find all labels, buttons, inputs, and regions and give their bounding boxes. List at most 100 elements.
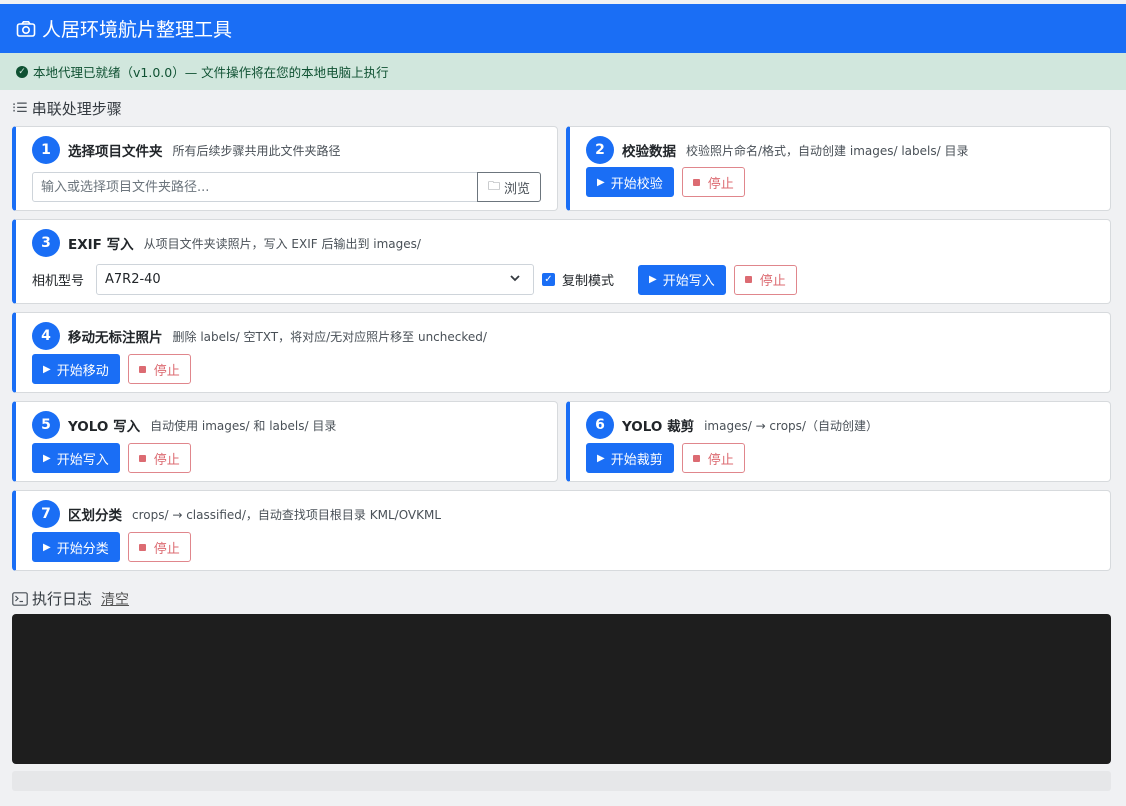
log-section-header: 执行日志 清空 xyxy=(12,588,129,609)
stop-button[interactable]: 停止 xyxy=(127,354,191,384)
start-validate-button[interactable]: ▶ 开始校验 xyxy=(586,167,674,197)
stop-icon xyxy=(138,365,146,373)
step-actions: ▶ 开始移动 停止 xyxy=(32,354,191,384)
app-header: 人居环境航片整理工具 xyxy=(0,4,1126,53)
copy-mode-checkbox[interactable]: ✓ 复制模式 xyxy=(542,270,614,289)
folder-icon: 🗀 xyxy=(487,178,500,193)
step-number: 3 xyxy=(32,229,60,257)
step-description: 从项目文件夹读照片，写入 EXIF 后输出到 images/ xyxy=(143,236,421,251)
stop-icon xyxy=(138,454,146,462)
start-yolo-write-button[interactable]: ▶ 开始写入 xyxy=(32,443,120,473)
stop-icon xyxy=(138,543,146,551)
step-header: 7 区划分类 crops/ → classified/，自动查找项目根目录 KM… xyxy=(32,500,441,528)
step-description: 所有后续步骤共用此文件夹路径 xyxy=(172,143,341,158)
step-actions: ▶ 开始写入 停止 xyxy=(32,443,191,473)
step-number: 7 xyxy=(32,500,60,528)
terminal-icon xyxy=(12,591,28,606)
step-title: YOLO 裁剪 xyxy=(622,419,695,435)
progress-bar xyxy=(12,771,1111,791)
stop-label: 停止 xyxy=(153,363,180,379)
list-icon: ⁝☰ xyxy=(12,101,28,116)
step-number: 2 xyxy=(586,136,614,164)
start-label: 开始写入 xyxy=(56,452,109,468)
stop-icon xyxy=(692,178,700,186)
step-card-move-unlabeled: 4 移动无标注照片 删除 labels/ 空TXT，将对应/无对应照片移至 un… xyxy=(12,312,1111,393)
clear-log-link[interactable]: 清空 xyxy=(101,589,129,609)
step-header: 3 EXIF 写入 从项目文件夹读照片，写入 EXIF 后输出到 images/ xyxy=(32,229,421,257)
start-classify-button[interactable]: ▶ 开始分类 xyxy=(32,532,120,562)
step-number: 5 xyxy=(32,411,60,439)
step-description: 删除 labels/ 空TXT，将对应/无对应照片移至 unchecked/ xyxy=(172,329,487,344)
stop-button[interactable]: 停止 xyxy=(681,443,745,473)
step-header: 2 校验数据 校验照片命名/格式，自动创建 images/ labels/ 目录 xyxy=(586,136,968,164)
stop-label: 停止 xyxy=(707,452,734,468)
step-title: 选择项目文件夹 xyxy=(68,144,163,160)
step-card-validate: 2 校验数据 校验照片命名/格式，自动创建 images/ labels/ 目录… xyxy=(566,126,1111,211)
step-description: images/ → crops/（自动创建） xyxy=(704,418,878,433)
start-label: 开始校验 xyxy=(610,176,663,192)
camera-icon xyxy=(16,20,36,37)
camera-model-label: 相机型号 xyxy=(32,274,85,289)
start-crop-button[interactable]: ▶ 开始裁剪 xyxy=(586,443,674,473)
step-actions: ▶ 开始分类 停止 xyxy=(32,532,191,562)
play-icon: ▶ xyxy=(597,176,605,188)
stop-button[interactable]: 停止 xyxy=(127,443,191,473)
step-header: 1 选择项目文件夹 所有后续步骤共用此文件夹路径 xyxy=(32,136,341,164)
step-number: 6 xyxy=(586,411,614,439)
browse-label: 浏览 xyxy=(504,181,531,197)
step-header: 6 YOLO 裁剪 images/ → crops/（自动创建） xyxy=(586,411,878,439)
stop-label: 停止 xyxy=(153,541,180,557)
step-description: 自动使用 images/ 和 labels/ 目录 xyxy=(150,418,337,433)
start-label: 开始分类 xyxy=(56,541,109,557)
step-title: EXIF 写入 xyxy=(68,237,134,253)
log-title: 执行日志 xyxy=(32,590,93,608)
step-card-classify: 7 区划分类 crops/ → classified/，自动查找项目根目录 KM… xyxy=(12,490,1111,571)
agent-status-bar: ✓ 本地代理已就绪（v1.0.0）— 文件操作将在您的本地电脑上执行 xyxy=(0,53,1126,90)
play-icon: ▶ xyxy=(597,452,605,464)
stop-label: 停止 xyxy=(153,452,180,468)
stop-button[interactable]: 停止 xyxy=(127,532,191,562)
step-card-yolo-write: 5 YOLO 写入 自动使用 images/ 和 labels/ 目录 ▶ 开始… xyxy=(12,401,558,482)
stop-button[interactable]: 停止 xyxy=(733,264,797,295)
step-actions: ▶ 开始校验 停止 xyxy=(586,167,745,197)
step-card-exif-write: 3 EXIF 写入 从项目文件夹读照片，写入 EXIF 后输出到 images/… xyxy=(12,219,1111,304)
steps-section-header: ⁝☰ 串联处理步骤 xyxy=(12,98,122,119)
step-description: crops/ → classified/，自动查找项目根目录 KML/OVKML xyxy=(132,507,442,522)
stop-icon xyxy=(744,276,752,283)
stop-label: 停止 xyxy=(759,274,786,289)
copy-mode-label: 复制模式 xyxy=(562,274,615,289)
status-text: 本地代理已就绪（v1.0.0）— 文件操作将在您的本地电脑上执行 xyxy=(33,65,389,80)
check-circle-icon: ✓ xyxy=(16,65,28,78)
step-header: 4 移动无标注照片 删除 labels/ 空TXT，将对应/无对应照片移至 un… xyxy=(32,322,487,350)
start-label: 开始写入 xyxy=(662,274,715,289)
play-icon: ▶ xyxy=(649,274,657,285)
step-card-yolo-crop: 6 YOLO 裁剪 images/ → crops/（自动创建） ▶ 开始裁剪 … xyxy=(566,401,1111,482)
start-label: 开始裁剪 xyxy=(610,452,663,468)
stop-button[interactable]: 停止 xyxy=(681,167,745,197)
play-icon: ▶ xyxy=(43,541,51,553)
start-label: 开始移动 xyxy=(56,363,109,379)
camera-row: 相机型号 A7R2-40 ✓ 复制模式 ▶ 开始写入 停止 xyxy=(32,264,797,295)
stop-label: 停止 xyxy=(707,176,734,192)
camera-model-select[interactable]: A7R2-40 xyxy=(96,264,534,295)
project-folder-input[interactable] xyxy=(32,172,478,202)
step-title: 移动无标注照片 xyxy=(68,330,163,346)
step-number: 4 xyxy=(32,322,60,350)
app-title: 人居环境航片整理工具 xyxy=(42,19,233,41)
step-actions: ▶ 开始裁剪 停止 xyxy=(586,443,745,473)
step-card-select-folder: 1 选择项目文件夹 所有后续步骤共用此文件夹路径 🗀 浏览 xyxy=(12,126,558,211)
play-icon: ▶ xyxy=(43,452,51,464)
start-write-exif-button[interactable]: ▶ 开始写入 xyxy=(638,264,726,295)
log-output[interactable] xyxy=(12,614,1111,764)
play-icon: ▶ xyxy=(43,363,51,375)
browse-button[interactable]: 🗀 浏览 xyxy=(477,172,541,202)
step-title: 校验数据 xyxy=(622,144,676,160)
step-number: 1 xyxy=(32,136,60,164)
steps-header-text: 串联处理步骤 xyxy=(31,100,122,118)
step-title: 区划分类 xyxy=(68,508,122,524)
start-move-button[interactable]: ▶ 开始移动 xyxy=(32,354,120,384)
camera-model-value: A7R2-40 xyxy=(105,272,161,287)
checkbox-checked-icon: ✓ xyxy=(542,273,555,286)
stop-icon xyxy=(692,454,700,462)
step-header: 5 YOLO 写入 自动使用 images/ 和 labels/ 目录 xyxy=(32,411,336,439)
